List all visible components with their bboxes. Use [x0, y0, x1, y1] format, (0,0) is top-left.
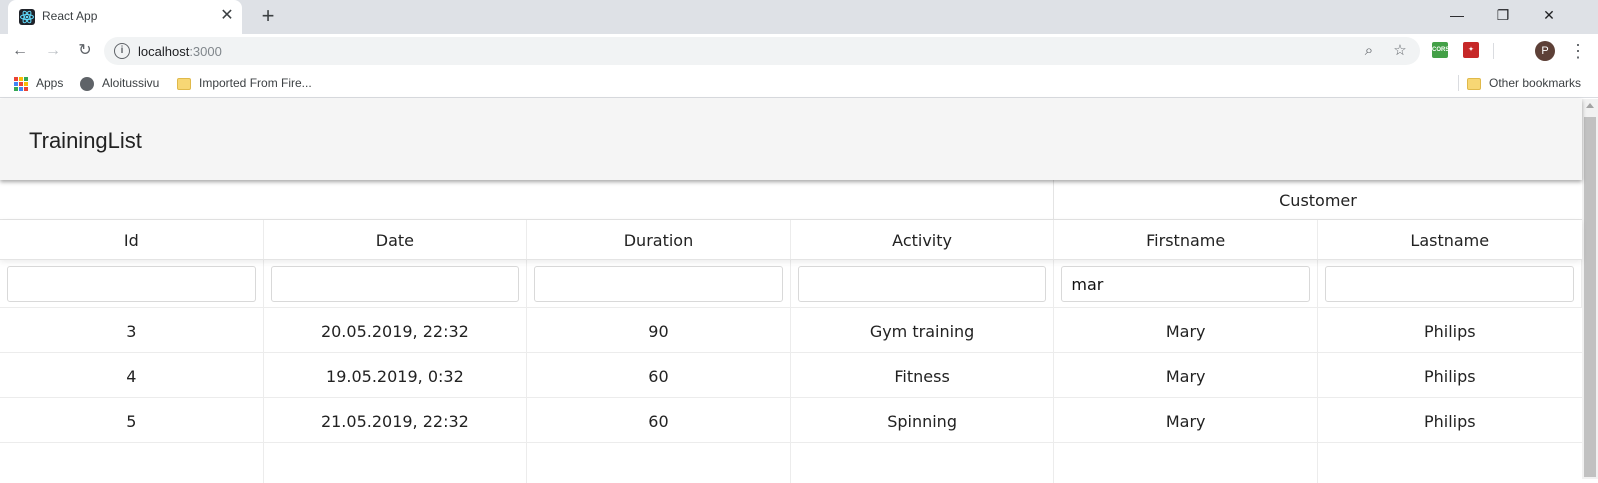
back-icon[interactable]: ←	[8, 39, 32, 63]
cell-duration: 90	[527, 308, 791, 352]
empty-cell	[0, 443, 264, 483]
table-row[interactable]: 5 21.05.2019, 22:32 60 Spinning Mary Phi…	[0, 398, 1582, 443]
table-header-row: Id Date Duration Activity Firstname Last…	[0, 220, 1582, 260]
other-bookmarks-label: Other bookmarks	[1489, 76, 1582, 90]
new-tab-icon[interactable]: +	[256, 5, 280, 29]
browser-toolbar: ← → ↻ i localhost:3000 ⌕ ☆ CORS ✦ P ⋮	[0, 34, 1598, 67]
empty-cell	[527, 443, 791, 483]
column-header-firstname[interactable]: Firstname	[1054, 220, 1318, 259]
cell-lastname: Philips	[1423, 322, 1476, 341]
empty-cell	[791, 443, 1055, 483]
table-filter-row	[0, 260, 1582, 308]
forward-icon[interactable]: →	[41, 39, 65, 63]
cell-lastname: Philips	[1423, 412, 1476, 431]
filter-cell	[0, 260, 264, 307]
browser-menu-icon[interactable]: ⋮	[1568, 39, 1588, 63]
browser-tab[interactable]: React App ✕	[8, 0, 242, 34]
zoom-icon[interactable]: ⌕	[1360, 42, 1378, 60]
window-close-icon[interactable]: ✕	[1526, 0, 1572, 30]
filter-duration-input[interactable]	[534, 266, 783, 302]
column-header-id[interactable]: Id	[0, 220, 264, 259]
filter-id-input[interactable]	[7, 266, 256, 302]
cors-extension-label: CORS	[1432, 47, 1450, 53]
empty-cell	[1318, 443, 1582, 483]
cell-date: 20.05.2019, 22:32	[264, 308, 528, 352]
cell-firstname: Mary	[1054, 398, 1318, 442]
scroll-up-icon[interactable]	[1586, 103, 1594, 108]
filter-date-input[interactable]	[270, 266, 520, 302]
group-header-empty	[0, 180, 1055, 219]
cell-id: 5	[0, 398, 264, 442]
folder-icon	[177, 77, 191, 90]
bookmarks-bar: Apps Aloitussivu Imported From Fire... O…	[0, 67, 1598, 98]
cell-id: 3	[0, 308, 264, 352]
browser-tabstrip: React App ✕ + — ❐ ✕	[0, 0, 1598, 34]
filter-firstname-input[interactable]	[1061, 266, 1310, 302]
filter-activity-input[interactable]	[797, 266, 1047, 302]
column-header-duration[interactable]: Duration	[527, 220, 791, 259]
globe-icon	[80, 76, 94, 91]
other-bookmarks[interactable]: Other bookmarks	[1467, 74, 1581, 92]
folder-icon	[1467, 77, 1481, 90]
table-row[interactable]: 3 20.05.2019, 22:32 90 Gym training Mary…	[0, 308, 1582, 353]
cors-extension-icon[interactable]: CORS	[1432, 42, 1450, 58]
column-header-activity[interactable]: Activity	[791, 220, 1055, 259]
filter-cell	[264, 260, 528, 307]
group-header-customer: Customer	[1279, 191, 1357, 210]
cell-duration: 60	[527, 398, 791, 442]
bookmark-aloitussivu[interactable]: Aloitussivu	[80, 74, 159, 92]
bookmark-imported-folder[interactable]: Imported From Fire...	[177, 74, 312, 92]
app-bar: TrainingList	[0, 99, 1582, 180]
tab-title: React App	[42, 9, 98, 23]
table-group-header-row: Customer	[0, 180, 1582, 220]
filter-cell	[527, 260, 791, 307]
address-bar[interactable]: i localhost:3000 ⌕ ☆	[104, 37, 1420, 65]
empty-cell	[1054, 443, 1318, 483]
filter-cell	[791, 260, 1055, 307]
tab-close-icon[interactable]: ✕	[218, 7, 236, 25]
column-header-date[interactable]: Date	[264, 220, 528, 259]
minimize-icon[interactable]: —	[1434, 0, 1480, 30]
filter-lastname-input[interactable]	[1324, 266, 1574, 302]
cell-firstname: Mary	[1054, 353, 1318, 397]
cell-date: 19.05.2019, 0:32	[264, 353, 528, 397]
info-icon[interactable]: i	[114, 43, 130, 59]
bookmark-label: Imported From Fire...	[199, 76, 312, 90]
cell-date: 21.05.2019, 22:32	[264, 398, 528, 442]
cell-firstname: Mary	[1054, 308, 1318, 352]
filter-cell	[1054, 260, 1318, 307]
cell-activity: Spinning	[791, 398, 1055, 442]
url-text: localhost:3000	[138, 44, 222, 59]
training-table: Customer Id Date Duration Activity First…	[0, 180, 1582, 483]
page-content: TrainingList Customer Id Date Duration A…	[0, 99, 1598, 483]
cell-duration: 60	[527, 353, 791, 397]
toolbar-divider	[1493, 43, 1494, 59]
cell-activity: Gym training	[791, 308, 1055, 352]
table-row[interactable]: 4 19.05.2019, 0:32 60 Fitness Mary Phili…	[0, 353, 1582, 398]
bookmark-apps[interactable]: Apps	[14, 74, 63, 92]
scrollbar-thumb[interactable]	[1584, 117, 1596, 477]
url-host: localhost	[138, 44, 190, 59]
filter-cell	[1318, 260, 1582, 307]
react-favicon-icon	[19, 9, 35, 25]
profile-avatar[interactable]: P	[1535, 41, 1555, 61]
table-empty-row	[0, 443, 1582, 483]
cell-lastname: Philips	[1423, 367, 1476, 386]
page-scrollbar[interactable]	[1582, 99, 1598, 479]
bookmark-label: Apps	[36, 76, 64, 90]
cell-id: 4	[0, 353, 264, 397]
column-header-lastname[interactable]: Lastname	[1318, 220, 1582, 259]
empty-cell	[264, 443, 528, 483]
url-port: :3000	[189, 44, 222, 59]
apps-grid-icon	[14, 76, 28, 91]
page-title: TrainingList	[29, 128, 142, 153]
extension-icon[interactable]: ✦	[1463, 42, 1479, 58]
bookmarks-divider	[1458, 75, 1459, 91]
reload-icon[interactable]: ↻	[73, 39, 97, 63]
bookmark-star-icon[interactable]: ☆	[1391, 42, 1409, 60]
restore-icon[interactable]: ❐	[1480, 0, 1526, 30]
cell-activity: Fitness	[791, 353, 1055, 397]
bookmark-label: Aloitussivu	[102, 76, 160, 90]
